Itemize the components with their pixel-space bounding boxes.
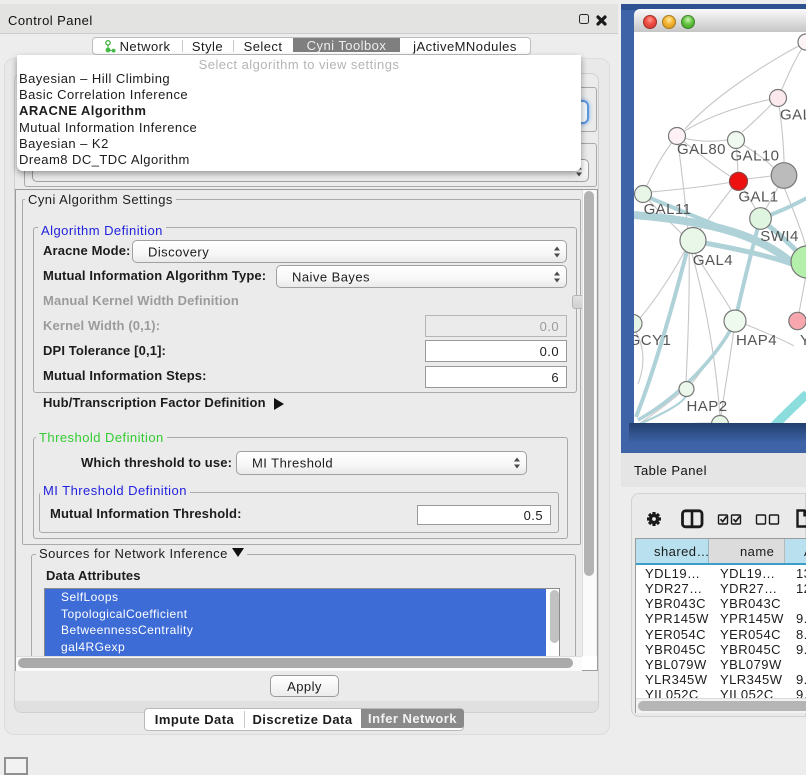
svg-text:GAL1: GAL1 — [738, 189, 778, 206]
svg-text:GAL7: GAL7 — [780, 107, 806, 124]
svg-text:GAL11: GAL11 — [644, 201, 692, 218]
svg-text:HAP2: HAP2 — [686, 398, 727, 415]
svg-text:GAL80: GAL80 — [677, 141, 726, 158]
svg-text:GAL10: GAL10 — [731, 148, 780, 165]
svg-text:GAL4: GAL4 — [693, 252, 733, 269]
svg-text:GCY1: GCY1 — [634, 332, 671, 349]
svg-text:HAP4: HAP4 — [736, 332, 777, 349]
svg-text:SWI4: SWI4 — [760, 228, 799, 245]
svg-text:YE: YE — [800, 332, 806, 349]
